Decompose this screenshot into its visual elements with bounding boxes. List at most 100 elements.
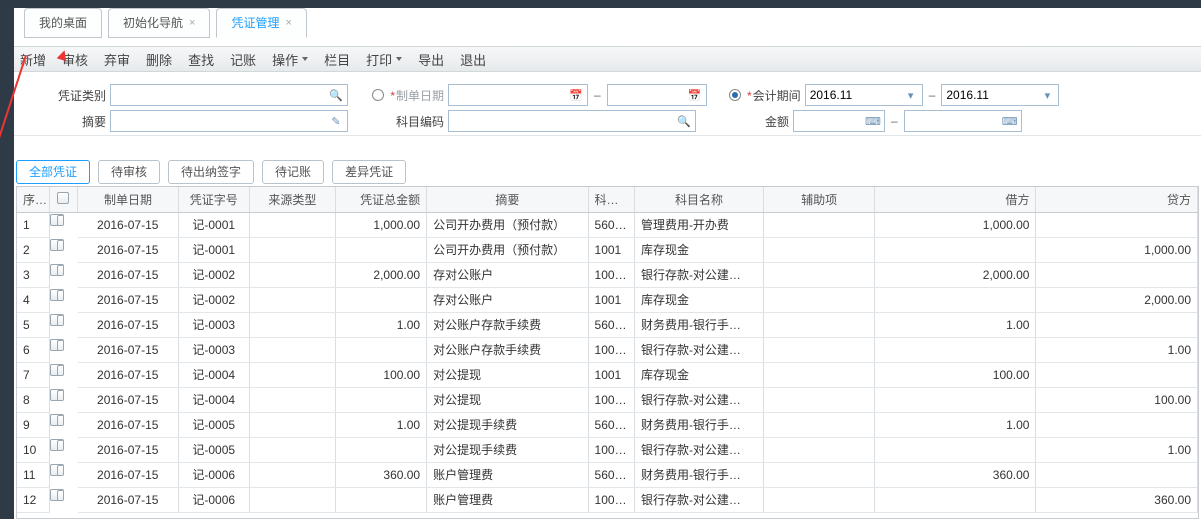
- sub-tab[interactable]: 待审核: [98, 160, 160, 184]
- column-header[interactable]: [49, 187, 77, 212]
- row-checkbox[interactable]: [57, 290, 64, 301]
- sub-tab[interactable]: 全部凭证: [16, 160, 90, 184]
- cell: 记-0001: [178, 237, 249, 262]
- cell: 2016-07-15: [78, 387, 179, 412]
- table-row[interactable]: 52016-07-15记-00031.00对公账户存款手续费560303财务费用…: [17, 312, 1198, 337]
- menu-栏目[interactable]: 栏目: [324, 50, 350, 69]
- row-checkbox[interactable]: [57, 365, 64, 376]
- column-header[interactable]: 制单日期: [78, 187, 179, 212]
- sub-tab[interactable]: 待出纳签字: [168, 160, 254, 184]
- row-checkbox[interactable]: [57, 415, 64, 426]
- menu-操作[interactable]: 操作: [272, 50, 308, 69]
- calc-icon[interactable]: ⌨: [864, 115, 882, 128]
- cell: 1.00: [336, 312, 427, 337]
- cell: 1001: [588, 362, 634, 387]
- menu-删除[interactable]: 删除: [146, 50, 172, 69]
- menu-打印[interactable]: 打印: [366, 50, 402, 69]
- row-checkbox[interactable]: [57, 465, 64, 476]
- row-checkbox[interactable]: [57, 315, 64, 326]
- column-header[interactable]: 辅助项: [764, 187, 875, 212]
- calc-icon[interactable]: ⌨: [1001, 115, 1019, 128]
- table-row[interactable]: 12016-07-15记-00011,000.00公司开办费用（预付款）5602…: [17, 212, 1198, 237]
- select-all-checkbox[interactable]: [57, 192, 69, 204]
- cell: 2016-07-15: [78, 262, 179, 287]
- cell: [50, 214, 64, 226]
- cell: 1,000.00: [1036, 237, 1198, 262]
- page-tab[interactable]: 初始化导航×: [108, 8, 210, 38]
- calendar-icon[interactable]: 📅: [686, 89, 704, 102]
- cell: 2016-07-15: [78, 487, 179, 512]
- calendar-icon[interactable]: 📅: [567, 89, 585, 102]
- cell: 对公提现手续费: [427, 412, 588, 437]
- row-checkbox[interactable]: [57, 390, 64, 401]
- make-date-from[interactable]: 📅: [448, 84, 588, 106]
- make-date-to[interactable]: 📅: [607, 84, 707, 106]
- menu-审核[interactable]: 审核: [62, 50, 88, 69]
- period-from[interactable]: ▾: [805, 84, 923, 106]
- menu-查找[interactable]: 查找: [188, 50, 214, 69]
- row-checkbox[interactable]: [57, 340, 64, 351]
- table-row[interactable]: 102016-07-15记-0005对公提现手续费100201银行存款-对公建……: [17, 437, 1198, 462]
- sub-tab[interactable]: 差异凭证: [332, 160, 406, 184]
- column-header[interactable]: 科目…: [588, 187, 634, 212]
- chevron-down-icon[interactable]: ▾: [1038, 89, 1056, 102]
- table-row[interactable]: 112016-07-15记-0006360.00账户管理费560303财务费用-…: [17, 462, 1198, 487]
- menu-记账[interactable]: 记账: [230, 50, 256, 69]
- row-checkbox[interactable]: [57, 215, 64, 226]
- cell: 560303: [588, 412, 634, 437]
- table-row[interactable]: 22016-07-15记-0001公司开办费用（预付款）1001库存现金1,00…: [17, 237, 1198, 262]
- voucher-type-label: 凭证类别: [38, 87, 110, 104]
- table-row[interactable]: 82016-07-15记-0004对公提现100201银行存款-对公建…100.…: [17, 387, 1198, 412]
- table-row[interactable]: 32016-07-15记-00022,000.00存对公账户100201银行存款…: [17, 262, 1198, 287]
- amount-to[interactable]: ⌨: [904, 110, 1022, 132]
- table-row[interactable]: 122016-07-15记-0006账户管理费100201银行存款-对公建…36…: [17, 487, 1198, 512]
- sub-tab[interactable]: 待记账: [262, 160, 324, 184]
- page-tab[interactable]: 我的桌面: [24, 8, 102, 38]
- cell: 560204: [588, 212, 634, 237]
- voucher-type-input[interactable]: 🔍: [110, 84, 348, 106]
- row-checkbox[interactable]: [57, 490, 64, 501]
- sub-tabs: 全部凭证待审核待出纳签字待记账差异凭证: [16, 160, 406, 184]
- cell: 对公提现: [427, 387, 588, 412]
- row-checkbox[interactable]: [57, 240, 64, 251]
- column-header[interactable]: 来源类型: [249, 187, 336, 212]
- column-header[interactable]: 凭证总金额: [336, 187, 427, 212]
- period-to[interactable]: ▾: [941, 84, 1059, 106]
- page-tab[interactable]: 凭证管理×: [216, 8, 306, 38]
- row-checkbox[interactable]: [57, 265, 64, 276]
- lookup-icon[interactable]: 🔍: [327, 89, 345, 102]
- chevron-down-icon[interactable]: ▾: [902, 89, 920, 102]
- lookup-icon[interactable]: 🔍: [675, 115, 693, 128]
- menu-退出[interactable]: 退出: [460, 50, 486, 69]
- menu-导出[interactable]: 导出: [418, 50, 444, 69]
- table-row[interactable]: 42016-07-15记-0002存对公账户1001库存现金2,000.00: [17, 287, 1198, 312]
- make-date-radio[interactable]: [372, 89, 384, 101]
- edit-icon[interactable]: ✎: [327, 115, 345, 128]
- cell: 2,000.00: [336, 262, 427, 287]
- close-icon[interactable]: ×: [285, 9, 291, 37]
- cell: [336, 237, 427, 262]
- menu-弃审[interactable]: 弃审: [104, 50, 130, 69]
- period-radio[interactable]: [729, 89, 741, 101]
- cell: 银行存款-对公建…: [634, 487, 763, 512]
- cell: 360.00: [336, 462, 427, 487]
- column-header[interactable]: 摘要: [427, 187, 588, 212]
- table-row[interactable]: 62016-07-15记-0003对公账户存款手续费100201银行存款-对公建…: [17, 337, 1198, 362]
- cell: [50, 314, 64, 326]
- column-header[interactable]: 科目名称: [634, 187, 763, 212]
- menu-新增[interactable]: 新增: [20, 50, 46, 69]
- column-header[interactable]: 贷方: [1036, 187, 1198, 212]
- summary-input[interactable]: ✎: [110, 110, 348, 132]
- row-checkbox[interactable]: [57, 440, 64, 451]
- table-row[interactable]: 92016-07-15记-00051.00对公提现手续费560303财务费用-银…: [17, 412, 1198, 437]
- subject-code-input[interactable]: 🔍: [448, 110, 696, 132]
- column-header[interactable]: 借方: [875, 187, 1036, 212]
- cell: 记-0005: [178, 437, 249, 462]
- table-row[interactable]: 72016-07-15记-0004100.00对公提现1001库存现金100.0…: [17, 362, 1198, 387]
- column-header[interactable]: 凭证字号: [178, 187, 249, 212]
- column-header[interactable]: 序号: [17, 187, 49, 212]
- cell: 1001: [588, 287, 634, 312]
- amount-from[interactable]: ⌨: [793, 110, 885, 132]
- cell: 2,000.00: [875, 262, 1036, 287]
- close-icon[interactable]: ×: [189, 9, 195, 37]
